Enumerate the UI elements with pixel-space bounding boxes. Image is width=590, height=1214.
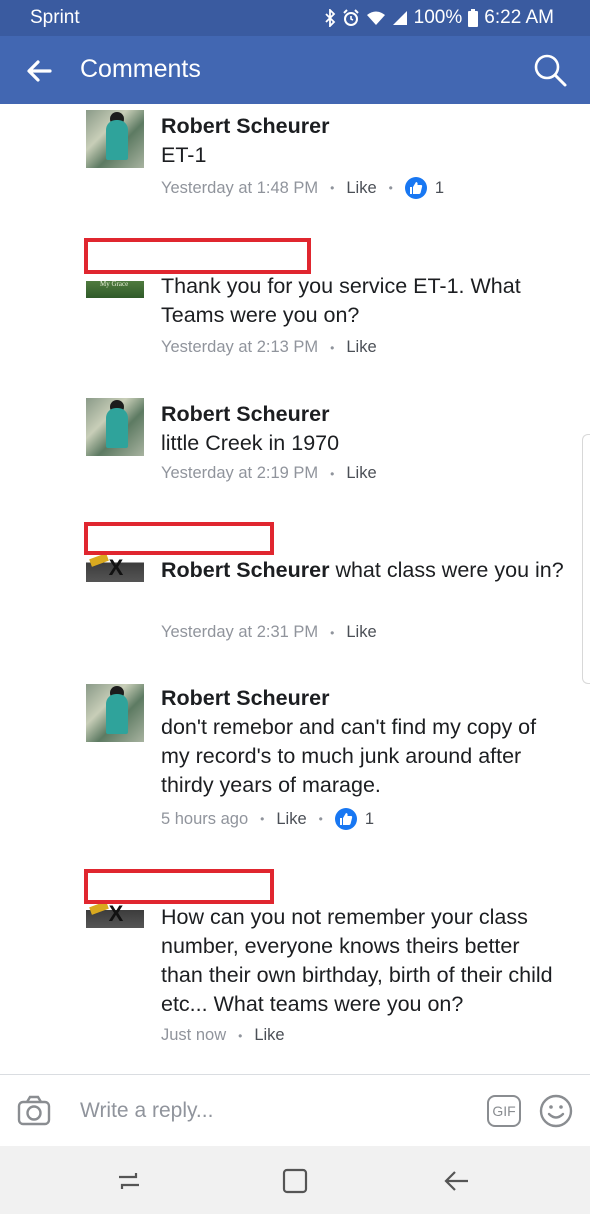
comment-text: little Creek in 1970 <box>161 431 340 455</box>
comment-meta: Yesterday at 2:13 PM • Like <box>161 338 377 357</box>
comment-timestamp: Just now <box>161 1026 227 1044</box>
like-button[interactable]: Like <box>346 338 376 357</box>
carrier-label: Sprint <box>30 7 80 28</box>
back-icon[interactable] <box>442 1166 472 1196</box>
avatar[interactable] <box>86 110 144 168</box>
comment-meta: 5 hours ago • Like • 1 <box>161 808 374 830</box>
avatar[interactable]: X <box>86 554 144 582</box>
reaction-count[interactable]: 1 <box>435 179 444 198</box>
comment-timestamp: Yesterday at 2:31 PM <box>161 623 319 641</box>
bluetooth-icon <box>324 9 336 27</box>
battery-icon <box>468 9 479 27</box>
comment-body: How can you not remember your class numb… <box>161 903 566 1019</box>
comment-text: Thank you for you service ET-1. What Tea… <box>161 274 521 327</box>
search-icon[interactable] <box>532 52 568 88</box>
comment-body: Robert Scheurer don't remebor and can't … <box>161 684 566 800</box>
gif-button[interactable]: GIF <box>487 1095 521 1127</box>
comment-text: don't remebor and can't find my copy of … <box>161 715 537 797</box>
recent-apps-icon[interactable] <box>114 1166 144 1196</box>
like-button[interactable]: Like <box>346 623 376 642</box>
redaction-box <box>84 522 274 555</box>
comment-text: what class were you in? <box>329 558 564 582</box>
like-button[interactable]: Like <box>276 810 306 829</box>
comment-meta: Yesterday at 2:31 PM • Like <box>161 623 377 642</box>
alarm-icon <box>342 9 360 27</box>
app-bar: Comments <box>0 36 590 104</box>
like-button[interactable]: Like <box>346 464 376 483</box>
comment-timestamp: Yesterday at 2:19 PM <box>161 464 319 482</box>
redaction-box <box>84 869 274 904</box>
camera-icon[interactable] <box>16 1093 52 1129</box>
comment-meta: Yesterday at 1:48 PM • Like • 1 <box>161 177 444 199</box>
reaction-count[interactable]: 1 <box>365 810 374 829</box>
emoji-icon[interactable] <box>538 1093 574 1129</box>
comment-body: Robert Scheurer what class were you in? <box>161 556 566 585</box>
status-bar: Sprint 100% 6:22 AM <box>0 0 590 36</box>
comment-text: How can you not remember your class numb… <box>161 905 553 1016</box>
like-button[interactable]: Like <box>254 1026 284 1045</box>
back-arrow-icon[interactable] <box>24 56 54 86</box>
clock: 6:22 AM <box>484 7 554 28</box>
comment-timestamp: Yesterday at 1:48 PM <box>161 178 319 197</box>
thumbs-up-icon[interactable] <box>334 808 357 830</box>
comment-body: Robert Scheurer little Creek in 1970 <box>161 400 566 458</box>
wifi-icon <box>366 10 386 26</box>
comment-timestamp: Yesterday at 2:13 PM <box>161 338 319 356</box>
comment-body: Robert Scheurer ET-1 <box>161 112 566 170</box>
avatar[interactable] <box>86 684 144 742</box>
comment-list: Robert Scheurer ET-1 Yesterday at 1:48 P… <box>0 104 590 1074</box>
page-title: Comments <box>80 55 201 83</box>
comment-author[interactable]: Robert Scheurer <box>161 400 566 429</box>
comment-meta: Just now • Like <box>161 1026 285 1045</box>
reply-bar: Write a reply... GIF <box>0 1074 590 1146</box>
signal-icon <box>392 10 408 26</box>
reply-input[interactable]: Write a reply... <box>80 1099 213 1123</box>
scrollbar[interactable] <box>582 434 590 684</box>
avatar[interactable]: X <box>86 902 144 928</box>
comment-body: Thank you for you service ET-1. What Tea… <box>161 272 566 330</box>
redaction-box <box>84 238 311 274</box>
status-icons: 100% 6:22 AM <box>324 7 554 29</box>
like-button[interactable]: Like <box>346 179 376 198</box>
avatar[interactable]: My Grace <box>86 270 144 298</box>
navigation-bar <box>0 1146 590 1214</box>
mention-link[interactable]: Robert Scheurer <box>161 558 329 582</box>
comment-timestamp: 5 hours ago <box>161 809 249 828</box>
home-icon[interactable] <box>280 1166 310 1196</box>
comment-author[interactable]: Robert Scheurer <box>161 112 566 141</box>
comment-text: ET-1 <box>161 143 207 167</box>
thumbs-up-icon[interactable] <box>404 177 427 199</box>
battery-percent: 100% <box>413 7 463 28</box>
avatar[interactable] <box>86 398 144 456</box>
comment-meta: Yesterday at 2:19 PM • Like <box>161 464 377 483</box>
comment-author[interactable]: Robert Scheurer <box>161 684 566 713</box>
